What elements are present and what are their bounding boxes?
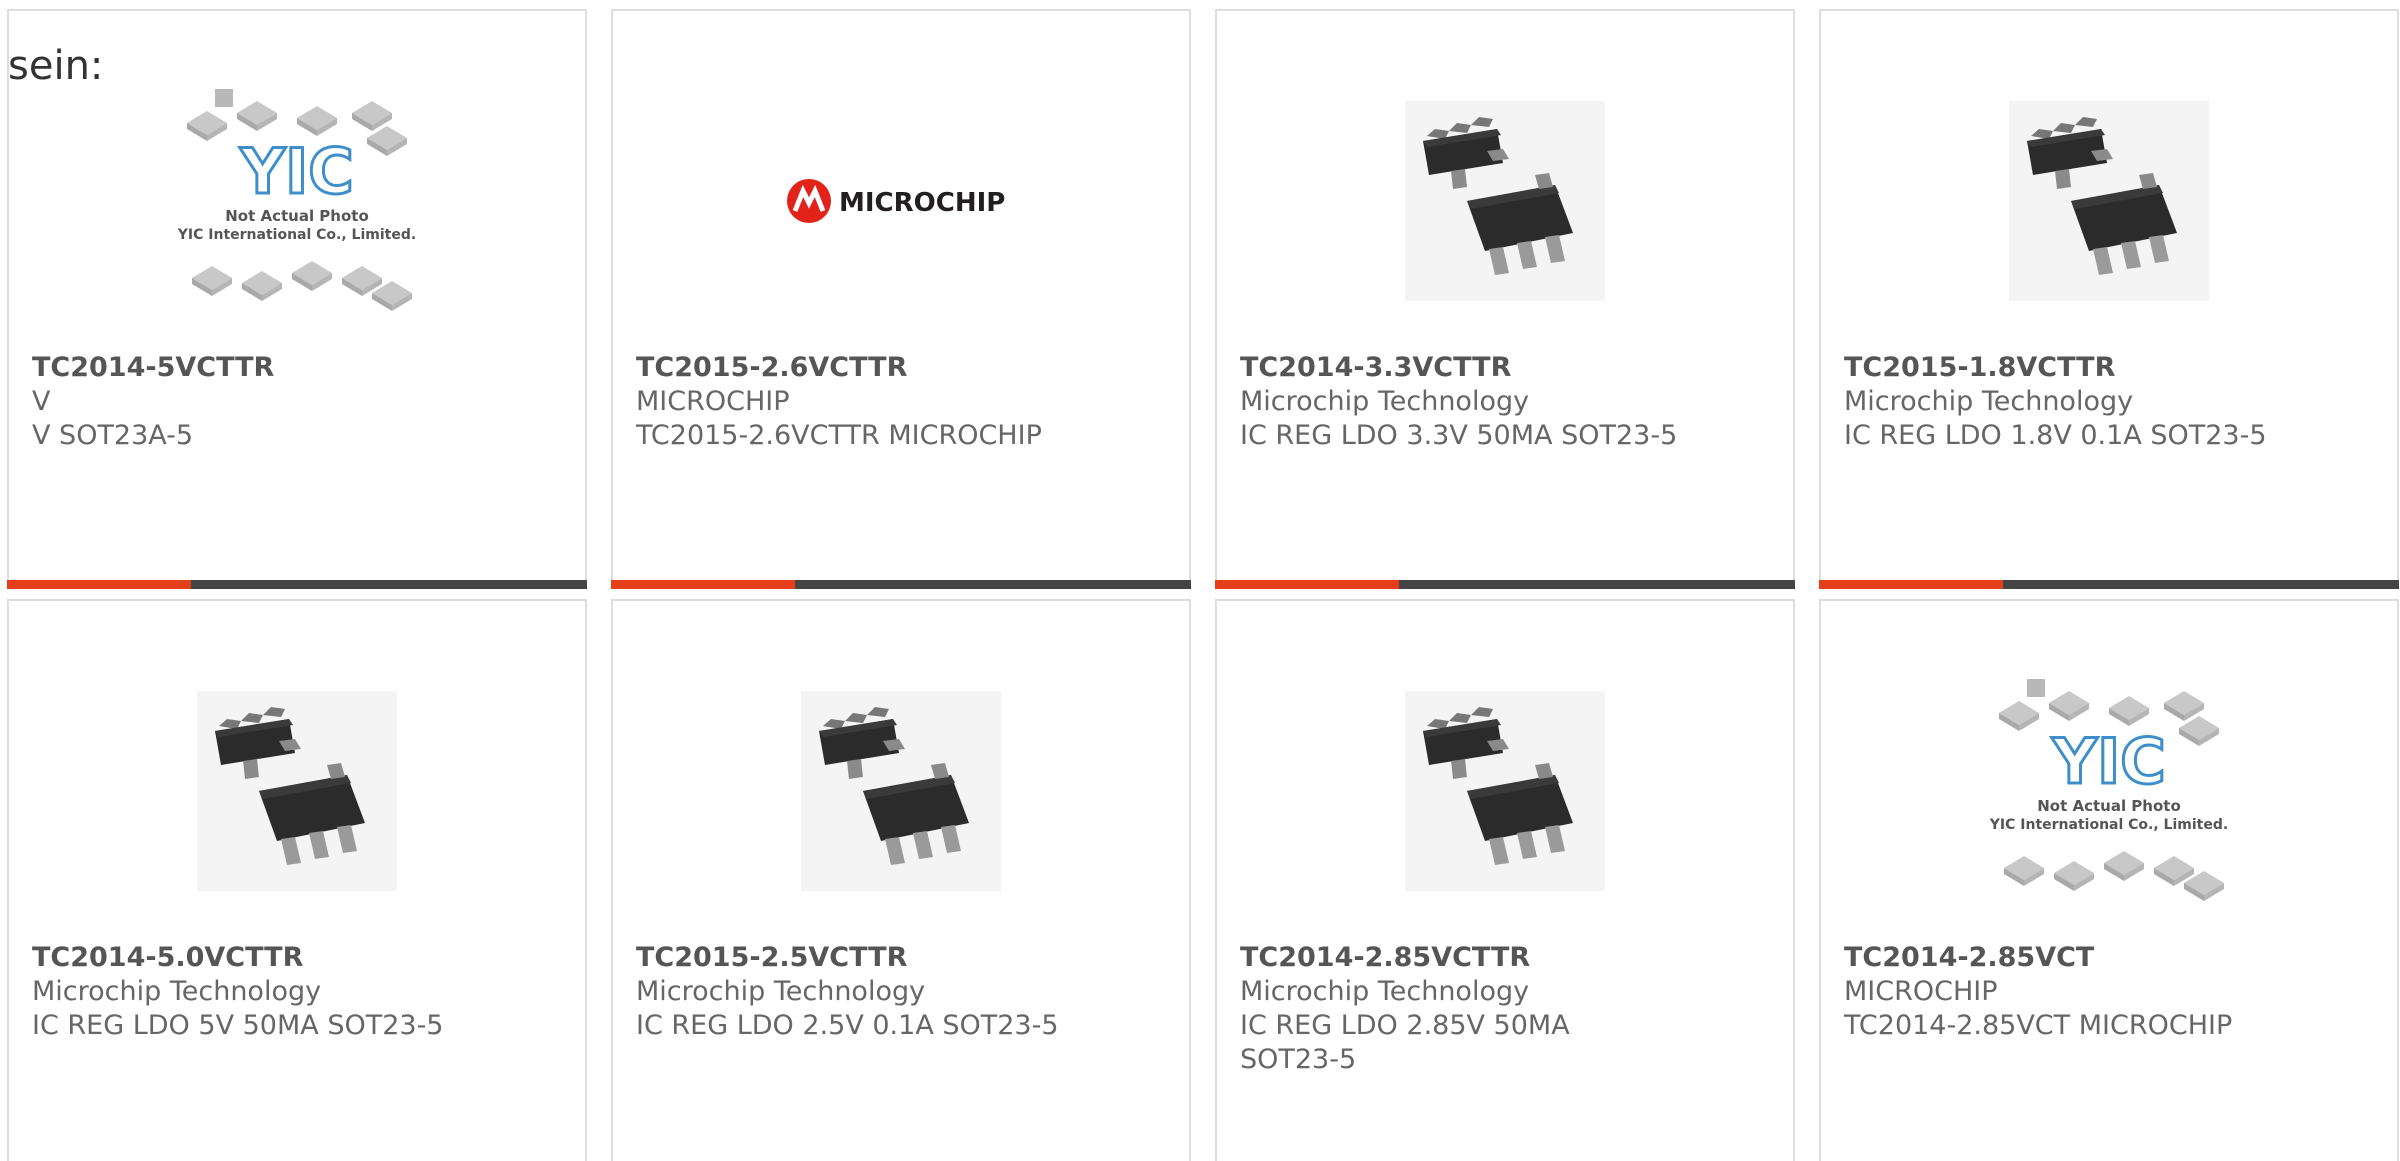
description: IC REG LDO 3.3V 50MA SOT23-5 xyxy=(1240,420,1678,451)
placeholder-logo-text: YIC xyxy=(2051,725,2165,798)
manufacturer: V xyxy=(32,386,51,417)
description: IC REG LDO 1.8V 0.1A SOT23-5 xyxy=(1844,420,2267,451)
part-number: TC2014-2.85VCT xyxy=(1844,942,2095,973)
bar-accent-segment xyxy=(611,580,795,589)
product-card[interactable]: TC2015-2.5VCTTR Microchip Technology IC … xyxy=(611,599,1191,1161)
bar-accent-segment xyxy=(7,580,191,589)
product-card[interactable]: YIC Not Actual Photo YIC International C… xyxy=(7,9,587,589)
sot23-package-icon xyxy=(1405,101,1605,301)
bar-rest-segment xyxy=(1399,580,1795,589)
manufacturer: Microchip Technology xyxy=(1844,386,2134,417)
sot23-package-icon xyxy=(197,691,397,891)
product-image xyxy=(1217,61,1793,341)
bar-rest-segment xyxy=(2003,580,2399,589)
product-info: TC2015-2.5VCTTR Microchip Technology IC … xyxy=(636,941,1156,1043)
product-grid: YIC Not Actual Photo YIC International C… xyxy=(7,9,2399,1161)
sot23-package-icon xyxy=(1405,691,1605,891)
product-info: TC2014-3.3VCTTR Microchip Technology IC … xyxy=(1240,351,1760,453)
product-card[interactable]: TC2014-3.3VCTTR Microchip Technology IC … xyxy=(1215,9,1795,589)
manufacturer: Microchip Technology xyxy=(32,976,322,1007)
description: IC REG LDO 2.85V 50MA SOT23-5 xyxy=(1240,1010,1570,1075)
brand-name: MICROCHIP xyxy=(839,188,1005,218)
product-info: TC2015-1.8VCTTR Microchip Technology IC … xyxy=(1844,351,2364,453)
part-number: TC2015-2.6VCTTR xyxy=(636,352,908,383)
manufacturer: MICROCHIP xyxy=(1844,976,1998,1007)
placeholder-line1: Not Actual Photo xyxy=(2037,797,2181,815)
part-number: TC2014-5VCTTR xyxy=(32,352,275,383)
section-label: sein: xyxy=(8,43,104,89)
page: sein: YIC Not Actual Photo YIC Internati… xyxy=(0,0,2400,1161)
part-number: TC2014-2.85VCTTR xyxy=(1240,942,1531,973)
placeholder-logo-text: YIC xyxy=(239,135,353,208)
description: TC2014-2.85VCT MICROCHIP xyxy=(1844,1010,2233,1041)
part-number: TC2015-2.5VCTTR xyxy=(636,942,908,973)
sot23-package-icon xyxy=(2009,101,2209,301)
card-accent-bar xyxy=(611,580,1191,589)
description: IC REG LDO 5V 50MA SOT23-5 xyxy=(32,1010,444,1041)
product-info: TC2014-5VCTTR V V SOT23A-5 xyxy=(32,351,552,453)
part-number: TC2014-3.3VCTTR xyxy=(1240,352,1512,383)
manufacturer: MICROCHIP xyxy=(636,386,790,417)
part-number: TC2015-1.8VCTTR xyxy=(1844,352,2116,383)
product-card[interactable]: TC2015-1.8VCTTR Microchip Technology IC … xyxy=(1819,9,2399,589)
product-image xyxy=(613,651,1189,931)
placeholder-line2: YIC International Co., Limited. xyxy=(1989,817,2228,833)
product-image xyxy=(9,651,585,931)
placeholder-line2: YIC International Co., Limited. xyxy=(177,227,416,243)
part-number: TC2014-5.0VCTTR xyxy=(32,942,304,973)
card-accent-bar xyxy=(7,580,587,589)
description: V SOT23A-5 xyxy=(32,420,194,451)
description: IC REG LDO 2.5V 0.1A SOT23-5 xyxy=(636,1010,1059,1041)
sot23-package-icon xyxy=(801,691,1001,891)
product-info: TC2015-2.6VCTTR MICROCHIP TC2015-2.6VCTT… xyxy=(636,351,1156,453)
description: TC2015-2.6VCTTR MICROCHIP xyxy=(636,420,1042,451)
product-image: YIC Not Actual Photo YIC International C… xyxy=(1821,651,2397,931)
product-image xyxy=(1217,651,1793,931)
manufacturer: Microchip Technology xyxy=(1240,386,1530,417)
card-accent-bar xyxy=(1819,580,2399,589)
product-image xyxy=(1821,61,2397,341)
microchip-logo-icon: MICROCHIP xyxy=(787,179,1005,223)
product-card[interactable]: TC2014-2.85VCTTR Microchip Technology IC… xyxy=(1215,599,1795,1161)
manufacturer: Microchip Technology xyxy=(1240,976,1530,1007)
product-card[interactable]: TC2014-5.0VCTTR Microchip Technology IC … xyxy=(7,599,587,1161)
product-image: YIC Not Actual Photo YIC International C… xyxy=(9,61,585,341)
placeholder-line1: Not Actual Photo xyxy=(225,207,369,225)
placeholder-photo-icon: YIC Not Actual Photo YIC International C… xyxy=(177,89,416,311)
manufacturer: Microchip Technology xyxy=(636,976,926,1007)
bar-accent-segment xyxy=(1819,580,2003,589)
product-image: MICROCHIP xyxy=(613,61,1189,341)
placeholder-photo-icon: YIC Not Actual Photo YIC International C… xyxy=(1989,679,2228,901)
product-info: TC2014-5.0VCTTR Microchip Technology IC … xyxy=(32,941,552,1043)
bar-rest-segment xyxy=(795,580,1191,589)
bar-accent-segment xyxy=(1215,580,1399,589)
product-info: TC2014-2.85VCT MICROCHIP TC2014-2.85VCT … xyxy=(1844,941,2364,1043)
product-info: TC2014-2.85VCTTR Microchip Technology IC… xyxy=(1240,941,1760,1077)
product-card[interactable]: YIC Not Actual Photo YIC International C… xyxy=(1819,599,2399,1161)
product-card[interactable]: MICROCHIP TC2015-2.6VCTTR MICROCHIP TC20… xyxy=(611,9,1191,589)
bar-rest-segment xyxy=(191,580,587,589)
card-accent-bar xyxy=(1215,580,1795,589)
